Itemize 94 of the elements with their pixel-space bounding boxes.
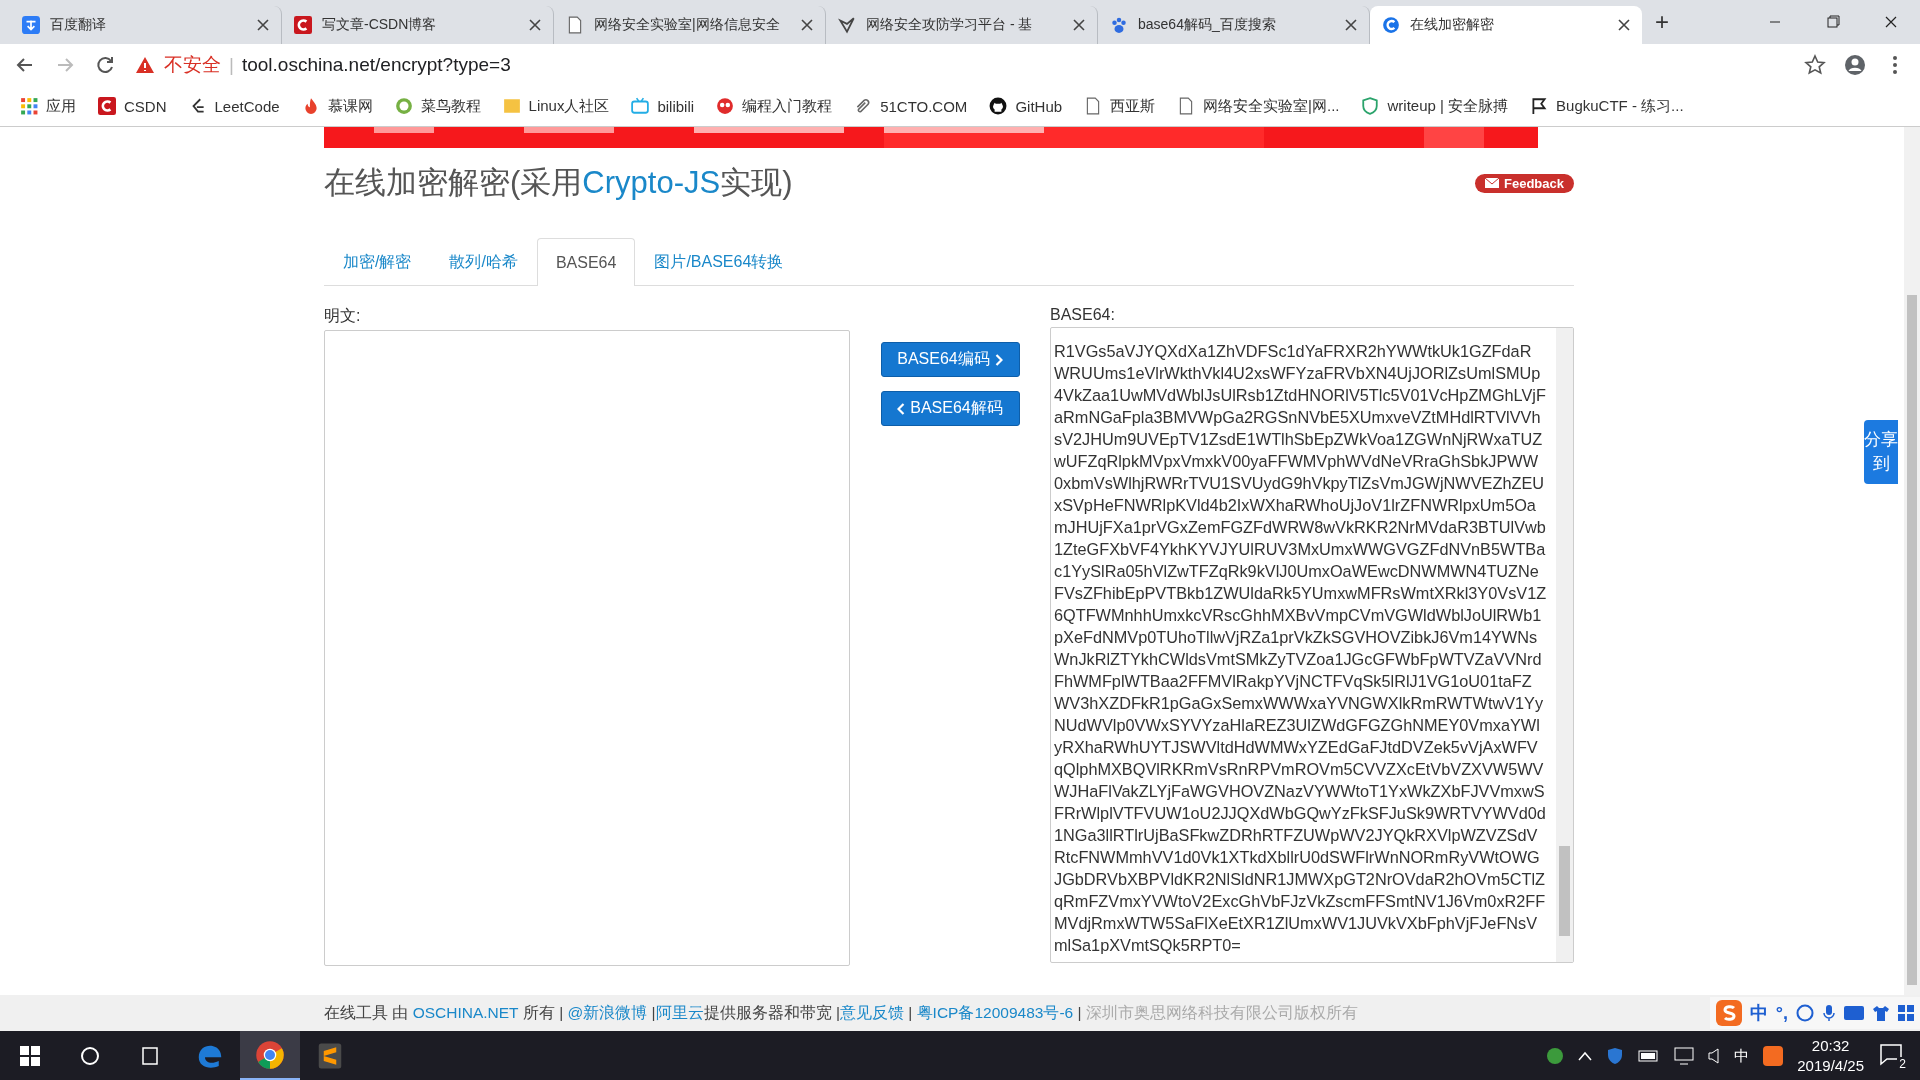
folder-icon bbox=[502, 97, 521, 115]
battery-icon bbox=[1638, 1049, 1661, 1063]
c-logo-icon bbox=[294, 16, 312, 34]
task-view-icon bbox=[139, 1046, 161, 1066]
new-tab-button[interactable]: + bbox=[1642, 7, 1682, 37]
bookmark[interactable]: 编程入门教程 bbox=[716, 96, 833, 116]
footer-text: | bbox=[1076, 1004, 1083, 1022]
browser-tab[interactable]: 百度翻译 bbox=[10, 6, 282, 44]
taskbar-app[interactable] bbox=[240, 1031, 300, 1080]
bookmark[interactable]: 西亚斯 bbox=[1084, 96, 1156, 116]
address-field[interactable]: tool.oschina.net/encrypt?type=3 bbox=[241, 54, 511, 76]
chevron-right-icon bbox=[994, 353, 1003, 366]
bookmark[interactable]: GitHub bbox=[989, 97, 1063, 115]
tool-tab[interactable]: 加密/解密 bbox=[324, 238, 431, 286]
footer-text: | bbox=[907, 1004, 914, 1022]
footer-text: 所有 | bbox=[521, 1002, 565, 1023]
page-icon bbox=[566, 16, 584, 34]
bookmark[interactable]: 网络安全实验室|网... bbox=[1177, 96, 1340, 116]
apps-grid-icon bbox=[20, 97, 38, 115]
speaker-icon bbox=[1708, 1048, 1721, 1064]
shield-icon bbox=[1606, 1047, 1625, 1065]
notification-button[interactable]: 2 bbox=[1878, 1041, 1908, 1071]
browser-tab[interactable]: 在线加密解密 bbox=[1370, 6, 1642, 44]
input-mode-indicator[interactable]: 中 bbox=[1734, 1046, 1750, 1066]
close-icon[interactable] bbox=[801, 19, 813, 31]
ime-mode[interactable]: 中 bbox=[1749, 1001, 1768, 1025]
reload-icon[interactable] bbox=[94, 54, 116, 76]
close-icon[interactable] bbox=[1618, 19, 1630, 31]
bookmark[interactable]: CSDN bbox=[98, 97, 167, 115]
divider-label: | bbox=[229, 54, 234, 76]
tool-tab[interactable]: BASE64 bbox=[536, 238, 636, 286]
keyboard-icon bbox=[1844, 1006, 1864, 1020]
flag-icon bbox=[1530, 97, 1549, 115]
bookmark[interactable]: 菜鸟教程 bbox=[394, 96, 481, 116]
footer-text: | bbox=[650, 1004, 656, 1022]
bookmark[interactable]: 应用 bbox=[20, 96, 76, 116]
bird-icon bbox=[838, 16, 856, 34]
bookmark[interactable]: writeup | 安全脉搏 bbox=[1361, 96, 1509, 116]
chrome-icon bbox=[255, 1039, 285, 1070]
footer-text: 提供服务器和带宽 | bbox=[703, 1002, 840, 1023]
search-icon bbox=[80, 1046, 100, 1066]
security-label[interactable]: 不安全 bbox=[164, 52, 221, 78]
paw-icon bbox=[1110, 16, 1128, 34]
bookmark[interactable]: BugkuCTF - 练习... bbox=[1530, 96, 1684, 116]
base64-label: BASE64: bbox=[1050, 306, 1116, 324]
chat-icon bbox=[1878, 1041, 1904, 1067]
footer-text: 在线工具 由 bbox=[324, 1002, 410, 1023]
plaintext-field[interactable] bbox=[324, 330, 850, 966]
grid-icon bbox=[1898, 1005, 1914, 1021]
tool-tab[interactable]: 图片/BASE64转换 bbox=[635, 238, 803, 286]
crypto-js-link[interactable]: Crypto-JS bbox=[582, 165, 721, 200]
page-scrollbar[interactable] bbox=[1904, 127, 1920, 995]
c-logo-icon bbox=[98, 97, 116, 115]
copyright-text: 深圳市奥思网络科技有限公司版权所有 bbox=[1085, 1002, 1358, 1023]
encode-button[interactable]: BASE64编码 bbox=[880, 342, 1020, 377]
page-title: 在线加密解密(采用Crypto-JS实现) bbox=[324, 164, 793, 202]
browser-tab[interactable]: 写文章-CSDN博客 bbox=[282, 6, 554, 44]
microphone-icon bbox=[1822, 1004, 1836, 1022]
chevron-left-icon bbox=[897, 402, 906, 415]
shirt-icon bbox=[1872, 1005, 1890, 1021]
windows-icon bbox=[20, 1046, 40, 1066]
translate-icon bbox=[22, 16, 40, 34]
tool-tab[interactable]: 散列/哈希 bbox=[430, 238, 537, 286]
punctuation-mode[interactable]: °, bbox=[1775, 1002, 1788, 1024]
plaintext-label: 明文: bbox=[324, 306, 362, 326]
paperclip-icon bbox=[854, 97, 873, 115]
profile-icon[interactable] bbox=[1844, 54, 1866, 76]
bookmark[interactable]: 慕课网 bbox=[301, 96, 373, 116]
close-icon[interactable] bbox=[1073, 19, 1085, 31]
shield-icon bbox=[1361, 97, 1380, 115]
mail-icon bbox=[1485, 178, 1499, 188]
bookmark[interactable]: LeetCode bbox=[188, 97, 280, 115]
bookmark[interactable]: Linux人社区 bbox=[502, 96, 610, 116]
close-icon[interactable] bbox=[257, 19, 269, 31]
decode-button[interactable]: BASE64解码 bbox=[880, 391, 1020, 426]
close-icon[interactable] bbox=[1345, 19, 1357, 31]
browser-tab[interactable]: 网络安全攻防学习平台 - 基 bbox=[826, 6, 1098, 44]
network-icon bbox=[1546, 1047, 1565, 1065]
browser-tab[interactable]: 网络安全实验室|网络信息安全 bbox=[554, 6, 826, 44]
github-icon bbox=[989, 97, 1008, 115]
s-logo-icon bbox=[1763, 1046, 1784, 1066]
monitor-icon bbox=[1674, 1047, 1695, 1065]
footer-link[interactable]: @新浪微博 bbox=[567, 1002, 648, 1024]
tv-icon bbox=[631, 97, 650, 115]
share-button[interactable]: 分享到 bbox=[1864, 420, 1898, 484]
s-logo-icon bbox=[1715, 1000, 1742, 1026]
caret-icon bbox=[1578, 1051, 1593, 1061]
star-icon[interactable] bbox=[1804, 54, 1826, 76]
bookmark[interactable]: 51CTO.COM bbox=[854, 97, 968, 115]
feedback-button[interactable]: Feedback bbox=[1475, 173, 1574, 193]
bookmark[interactable]: bilibili bbox=[631, 97, 695, 115]
close-icon[interactable] bbox=[529, 19, 541, 31]
clock[interactable]: 20:32 2019/4/25 bbox=[1797, 1036, 1864, 1076]
c-logo-icon bbox=[1382, 16, 1400, 34]
